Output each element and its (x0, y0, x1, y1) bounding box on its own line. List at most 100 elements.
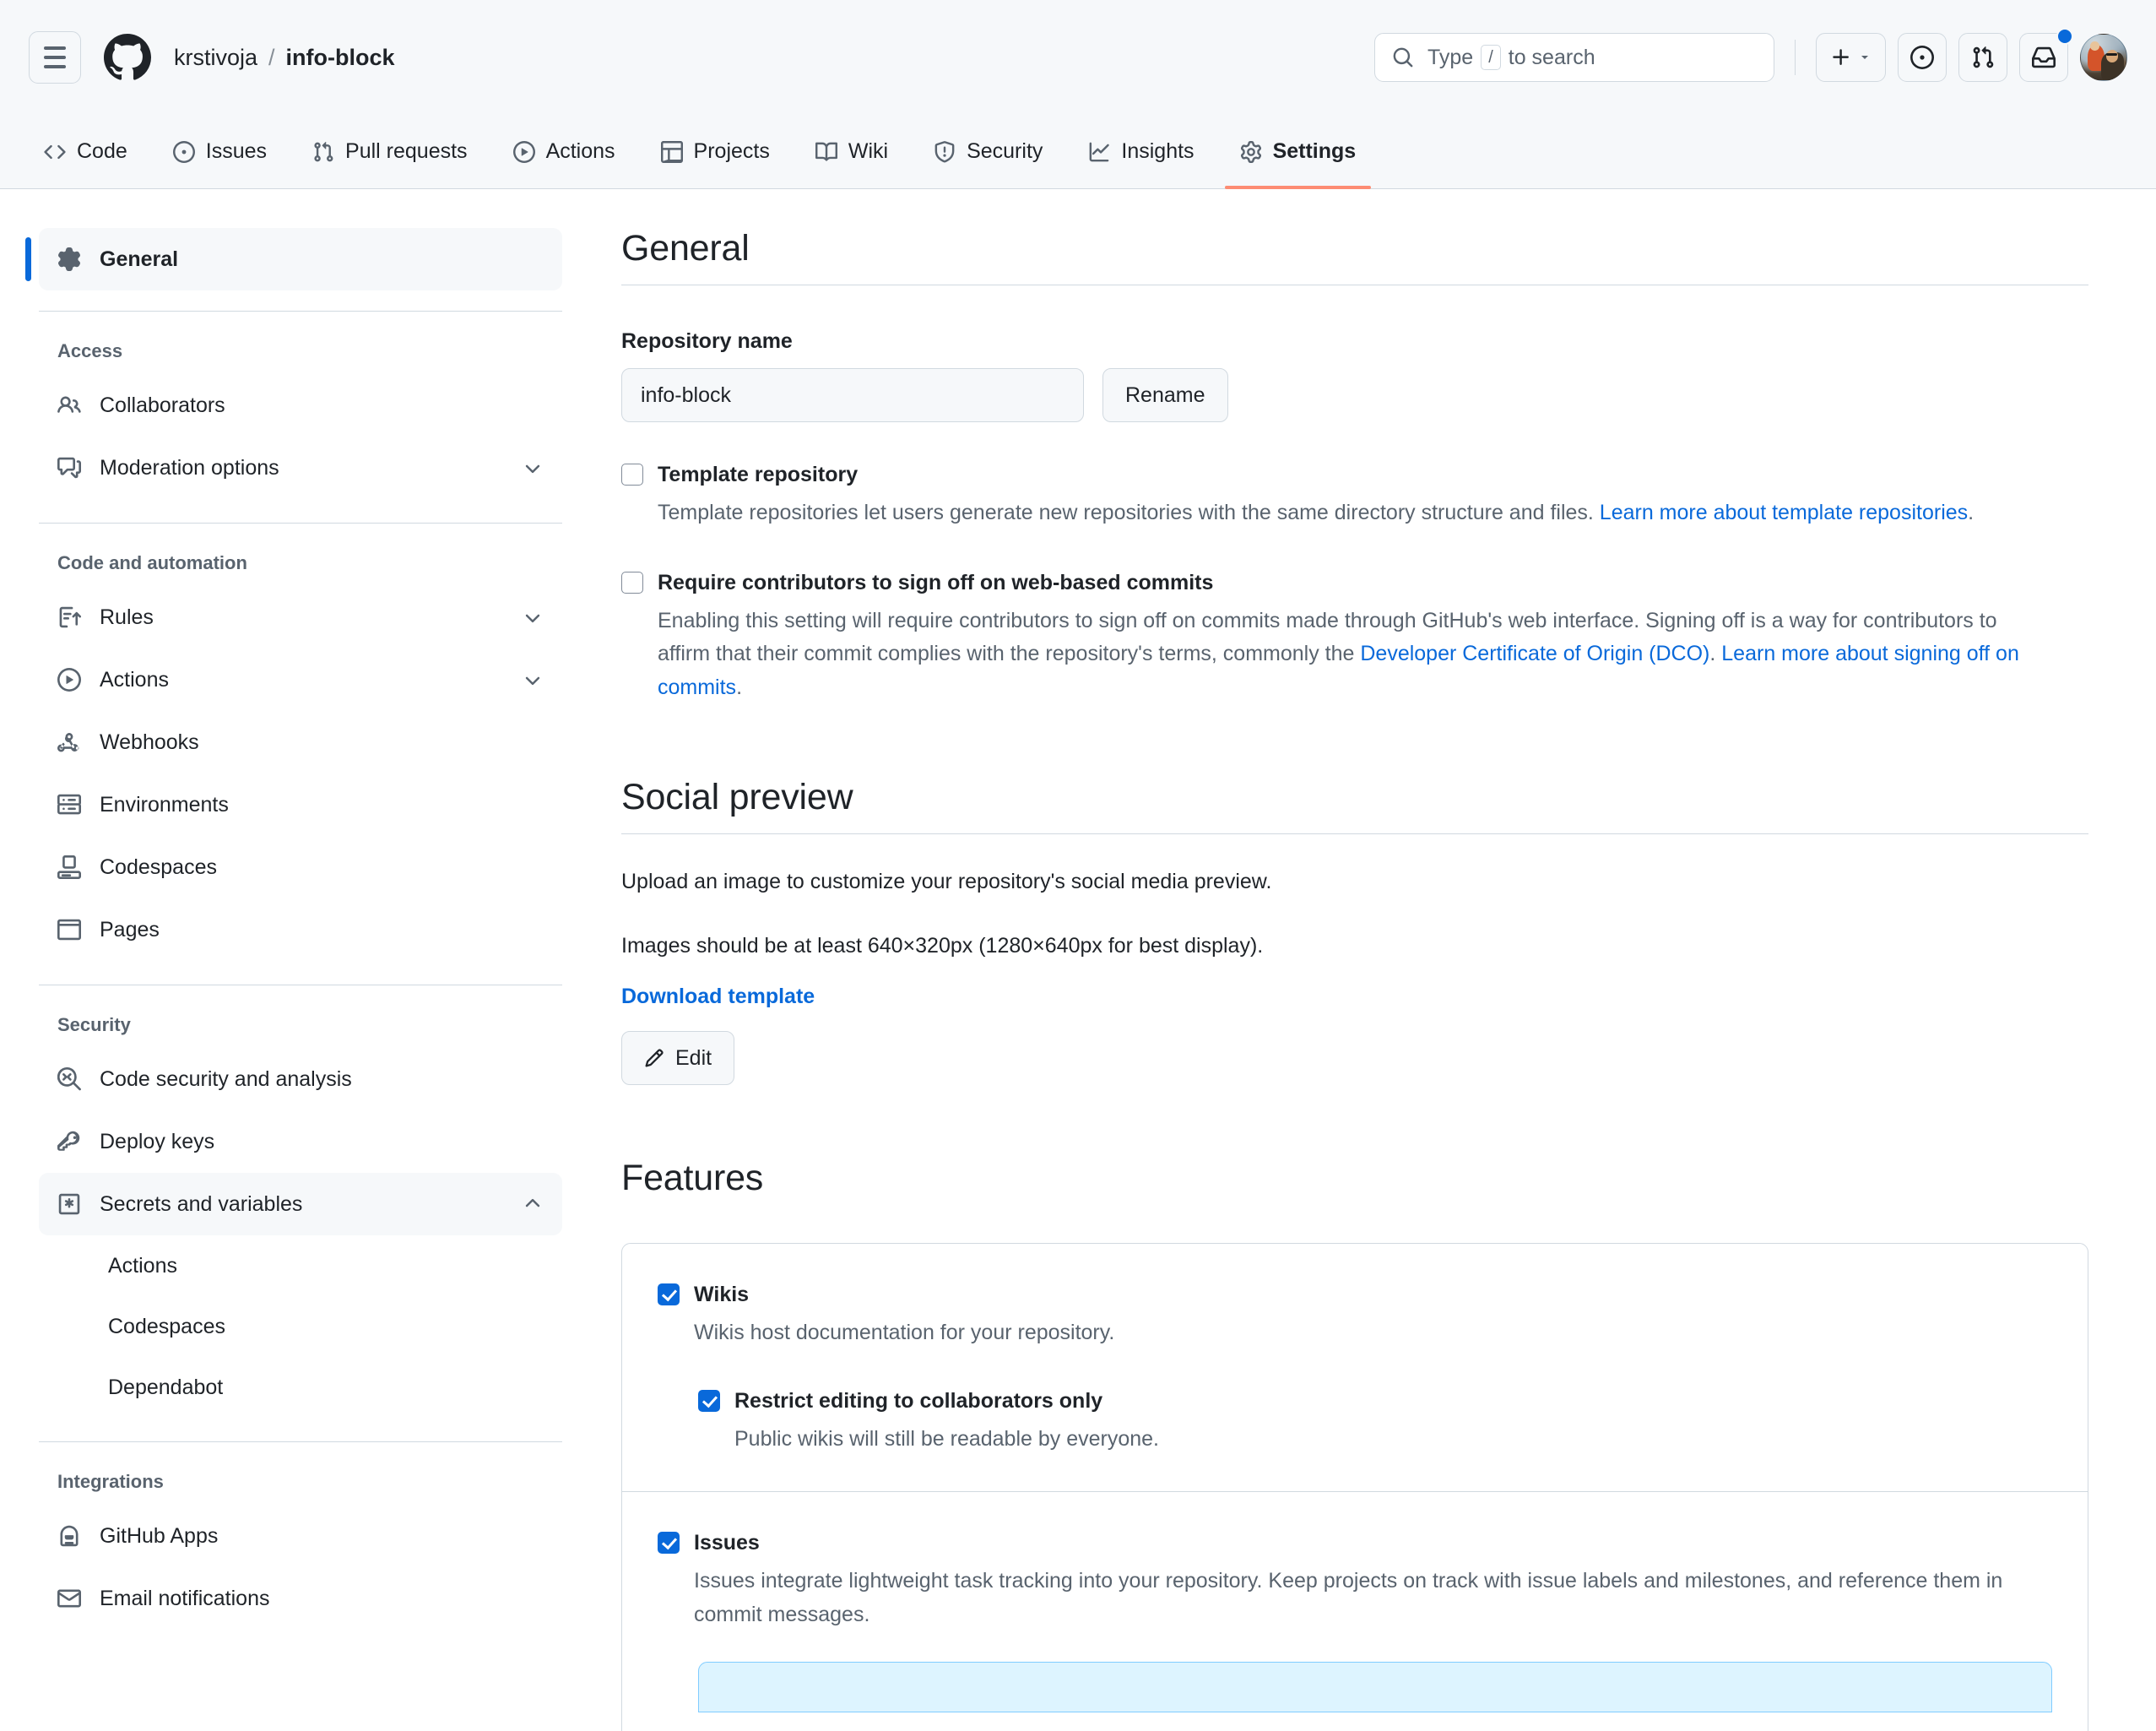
feature-wikis-restrict-editing: Restrict editing to collaborators only P… (698, 1384, 2052, 1457)
sidebar-subitem-codespaces[interactable]: Codespaces (39, 1296, 562, 1357)
webhook-icon (57, 733, 79, 752)
repository-name-row: Rename (621, 368, 2088, 422)
tab-settings[interactable]: Settings (1224, 115, 1372, 189)
hamburger-menu-icon[interactable] (29, 31, 81, 84)
sidebar-item-general[interactable]: General (25, 228, 562, 290)
sidebar-group-heading: Code and automation (57, 552, 247, 573)
play-icon (57, 668, 81, 692)
sidebar-group-heading: Access (57, 340, 123, 361)
sidebar-group-code-and-automation: Code and automation Rules Actions Webhoo… (39, 524, 562, 985)
tab-actions[interactable]: Actions (498, 115, 631, 188)
feature-wikis: Wikis Wikis host documentation for your … (622, 1244, 2088, 1491)
social-preview-edit-button[interactable]: Edit (621, 1031, 735, 1085)
hamburger-bar (44, 46, 66, 50)
tab-security[interactable]: Security (918, 115, 1058, 188)
repository-name-input[interactable] (621, 368, 1084, 422)
search-input[interactable]: Type / to search (1374, 33, 1774, 82)
pencil-icon (645, 1049, 664, 1067)
inbox-icon (2032, 46, 2056, 68)
tab-wiki[interactable]: Wiki (800, 115, 903, 188)
sidebar-item-secrets-and-variables[interactable]: Secrets and variables (39, 1173, 562, 1235)
sidebar-item-label: Email notifications (100, 1586, 270, 1610)
sidebar-item-deploy-keys[interactable]: Deploy keys (39, 1110, 562, 1173)
issues-label: Issues (694, 1531, 760, 1555)
breadcrumb-repo[interactable]: info-block (286, 45, 395, 71)
sidebar-item-codespaces[interactable]: Codespaces (39, 836, 562, 898)
search-slash-key: / (1481, 45, 1501, 70)
sidebar-group-heading: Integrations (57, 1471, 164, 1492)
desc-mid: . (1709, 642, 1722, 665)
sidebar-item-environments[interactable]: Environments (39, 773, 562, 836)
tab-insights[interactable]: Insights (1073, 115, 1209, 188)
sidebar-item-pages[interactable]: Pages (39, 898, 562, 961)
create-new-button[interactable] (1816, 33, 1886, 82)
wikis-label: Wikis (694, 1283, 750, 1306)
sidebar-item-label: Environments (100, 792, 229, 817)
settings-page: General Access Collaborators Moderation … (0, 189, 2156, 1731)
hamburger-bar (44, 65, 66, 68)
tab-code[interactable]: Code (29, 115, 143, 188)
your-pull-requests-button[interactable] (1958, 33, 2007, 82)
signoff-checkbox[interactable] (621, 571, 643, 594)
tab-issues[interactable]: Issues (158, 115, 282, 188)
gear-icon (58, 247, 80, 271)
github-logo-icon[interactable] (104, 34, 151, 81)
search-placeholder: Type / to search (1427, 45, 1595, 70)
download-template-link[interactable]: Download template (621, 985, 815, 1009)
sidebar-subitem-dependabot[interactable]: Dependabot (39, 1357, 562, 1418)
graph-icon (1090, 142, 1110, 161)
tab-label: Pull requests (345, 139, 468, 163)
tab-projects[interactable]: Projects (646, 115, 785, 188)
global-header: krstivoja / info-block Type / to search (0, 0, 2156, 115)
sidebar-item-moderation-options[interactable]: Moderation options (39, 437, 562, 499)
signoff-setting: Require contributors to sign off on web-… (621, 566, 2088, 705)
header-divider (1795, 40, 1796, 75)
repository-name-label: Repository name (621, 329, 793, 353)
social-preview-line-2: Images should be at least 640×320px (128… (621, 934, 1264, 958)
chevron-down-icon (1861, 56, 1868, 59)
git-pull-request-icon (1973, 46, 1994, 68)
comment-discussion-icon (57, 457, 81, 479)
dco-link[interactable]: Developer Certificate of Origin (DCO) (1360, 642, 1709, 665)
book-icon (815, 142, 837, 161)
signoff-description: Enabling this setting will require contr… (658, 605, 2042, 705)
sidebar-item-email-notifications[interactable]: Email notifications (39, 1567, 562, 1630)
chevron-up-icon (522, 1193, 544, 1215)
wikis-checkbox[interactable] (658, 1283, 680, 1305)
code-icon (44, 144, 66, 159)
sidebar-item-github-apps[interactable]: GitHub Apps (39, 1505, 562, 1567)
sidebar-item-label: Webhooks (100, 730, 199, 754)
restrict-editing-checkbox[interactable] (698, 1389, 720, 1412)
sidebar-item-label: Rules (100, 605, 154, 629)
chevron-down-icon (522, 457, 544, 479)
sidebar-item-webhooks[interactable]: Webhooks (39, 711, 562, 773)
breadcrumb-separator: / (268, 44, 275, 70)
sidebar-subitem-actions[interactable]: Actions (39, 1235, 562, 1296)
notifications-button[interactable] (2019, 28, 2073, 82)
github-app-icon (60, 1525, 79, 1547)
sidebar-group-heading: Security (57, 1014, 131, 1035)
learn-more-template-repositories-link[interactable]: Learn more about template repositories (1600, 501, 1968, 524)
issues-checkbox[interactable] (658, 1532, 680, 1554)
desc-period: . (1968, 501, 1975, 524)
search-icon (1393, 47, 1413, 68)
tab-label: Security (967, 139, 1043, 163)
rules-icon (59, 606, 81, 628)
template-repository-checkbox[interactable] (621, 464, 643, 486)
plus-icon (1833, 49, 1849, 65)
sidebar-item-label: Actions (100, 667, 169, 692)
sidebar-item-code-security-and-analysis[interactable]: Code security and analysis (39, 1048, 562, 1110)
avatar[interactable] (2080, 34, 2127, 81)
sidebar-item-label: GitHub Apps (100, 1523, 219, 1548)
sidebar-item-collaborators[interactable]: Collaborators (39, 374, 562, 437)
sidebar-item-label: Moderation options (100, 455, 279, 480)
breadcrumb-owner[interactable]: krstivoja (174, 45, 257, 71)
sidebar-item-rules[interactable]: Rules (39, 586, 562, 648)
tab-pull-requests[interactable]: Pull requests (297, 115, 483, 188)
restrict-editing-description: Public wikis will still be readable by e… (734, 1426, 1160, 1451)
settings-sidebar: General Access Collaborators Moderation … (0, 228, 606, 1731)
rename-button[interactable]: Rename (1102, 368, 1228, 422)
sidebar-item-actions[interactable]: Actions (39, 648, 562, 711)
your-issues-button[interactable] (1898, 33, 1947, 82)
